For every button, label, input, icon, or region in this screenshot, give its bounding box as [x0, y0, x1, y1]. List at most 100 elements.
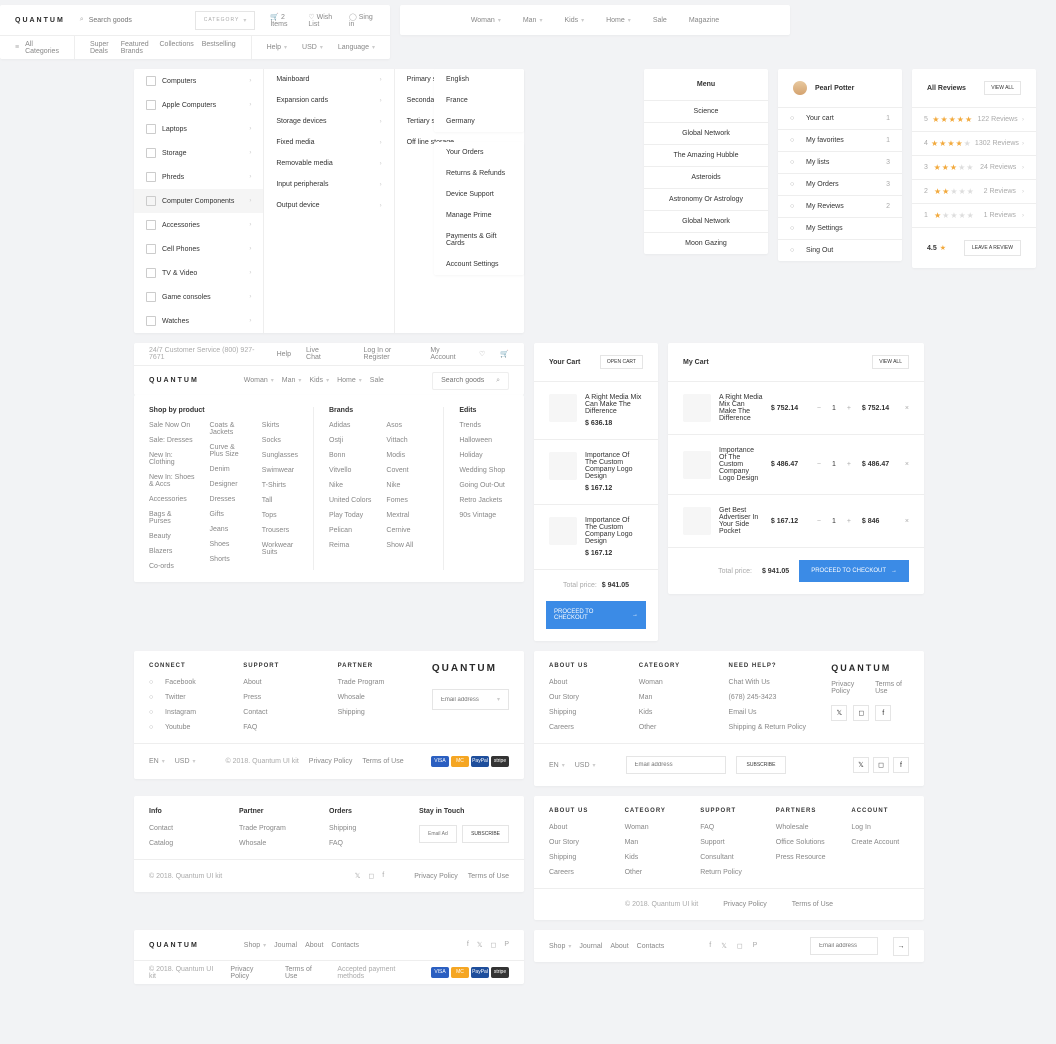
language-dropdown[interactable]: Language▾ [338, 44, 375, 51]
facebook-icon[interactable]: f [875, 705, 891, 721]
topic-item[interactable]: The Amazing Hubble [644, 144, 768, 166]
nav-item[interactable]: Whosale [338, 694, 402, 701]
nav-item[interactable]: About [243, 679, 307, 686]
nav-item[interactable]: Shipping [549, 709, 614, 716]
country-item[interactable]: English [434, 69, 524, 90]
nav-item[interactable]: Vitvello [329, 467, 371, 474]
mega-item[interactable]: Accessories› [134, 213, 263, 237]
nav-item[interactable]: Office Solutions [776, 839, 834, 846]
lang-dropdown[interactable]: EN▾ [149, 758, 165, 765]
facebook-icon[interactable]: f [382, 872, 384, 880]
nav-item[interactable]: Ostji [329, 437, 371, 444]
user-menu-item[interactable]: ○My Reviews2 [778, 195, 902, 217]
nav-item[interactable]: Workwear Suits [262, 542, 298, 556]
search-input[interactable] [89, 17, 180, 24]
currency-dropdown[interactable]: USD▾ [175, 758, 196, 765]
mega-item[interactable]: Storage› [134, 141, 263, 165]
help-link[interactable]: Help▾ [267, 44, 287, 51]
user-menu-item[interactable]: ○My Orders3 [778, 173, 902, 195]
nav-item[interactable]: Support [700, 839, 758, 846]
privacy-link[interactable]: Privacy Policy [723, 901, 767, 908]
wishlist-link[interactable]: ♡ Wish List [308, 13, 339, 28]
nav-item[interactable]: Jeans [210, 526, 247, 533]
nav-item[interactable]: Contacts [331, 942, 359, 949]
email-input[interactable] [819, 943, 869, 949]
facebook-icon[interactable]: f [467, 941, 469, 949]
qty-plus[interactable]: + [844, 518, 854, 525]
nav-item[interactable]: Pelican [329, 527, 371, 534]
mega-item[interactable]: Output device› [264, 195, 393, 216]
privacy-link[interactable]: Privacy Policy [414, 873, 458, 880]
country-item[interactable]: Germany [434, 111, 524, 132]
terms-link[interactable]: Terms of Use [285, 966, 322, 980]
email-input[interactable] [428, 831, 448, 837]
help-link[interactable]: Help [277, 351, 291, 358]
topic-item[interactable]: Astronomy Or Astrology [644, 188, 768, 210]
instagram-icon[interactable]: ◻ [491, 941, 497, 949]
nav-item[interactable]: Nike [386, 482, 413, 489]
email-input[interactable] [441, 697, 491, 703]
nav-item[interactable]: Bags & Purses [149, 511, 195, 525]
email-input[interactable] [635, 762, 717, 768]
nav-item[interactable]: Blazers [149, 548, 195, 555]
heart-icon[interactable]: ♡ [479, 350, 485, 358]
account-item[interactable]: Your Orders [434, 142, 524, 163]
view-all-button[interactable]: VIEW ALL [872, 355, 909, 369]
nav-item[interactable]: Journal [579, 943, 602, 950]
nav-item[interactable]: Careers [549, 869, 607, 876]
nav-item[interactable]: Nike [329, 482, 371, 489]
nav-item[interactable]: Beauty [149, 533, 195, 540]
mega-item[interactable]: Fixed media› [264, 132, 393, 153]
facebook-icon[interactable]: f [709, 942, 711, 950]
social-link[interactable]: ○Instagram [149, 709, 213, 716]
nav-item[interactable]: Co-ords [149, 563, 195, 570]
remove-icon[interactable]: × [905, 405, 909, 412]
nav-item[interactable]: Shipping & Return Policy [729, 724, 807, 731]
nav-item[interactable]: T-Shirts [262, 482, 298, 489]
nav-item[interactable]: Accessories [149, 496, 195, 503]
nav-item[interactable]: Shipping [338, 709, 402, 716]
nav-item[interactable]: Swimwear [262, 467, 298, 474]
checkout-button[interactable]: PROCEED TO CHECKOUT→ [546, 601, 646, 629]
search-icon[interactable]: ⌕ [496, 377, 500, 385]
nav-item[interactable]: Super Deals [90, 41, 113, 55]
nav-item[interactable]: FAQ [243, 724, 307, 731]
review-row[interactable]: 1★★★★★1 Reviews› [912, 203, 1036, 227]
nav-item[interactable]: Our Story [549, 694, 614, 701]
social-link[interactable]: ○Youtube [149, 724, 213, 731]
lang-dropdown[interactable]: EN▾ [549, 762, 565, 769]
mega-item[interactable]: Laptops› [134, 117, 263, 141]
nav-item[interactable]: Vittach [386, 437, 413, 444]
nav-item[interactable]: Sale Now On [149, 422, 195, 429]
chat-link[interactable]: Live Chat [306, 347, 334, 361]
nav-item[interactable]: Halloween [459, 437, 509, 444]
user-menu-item[interactable]: ○My Settings [778, 217, 902, 239]
nav-item[interactable]: Bonn [329, 452, 371, 459]
signin-link[interactable]: ◯ Sing in [349, 13, 375, 28]
qty-plus[interactable]: + [844, 405, 854, 412]
nav-item[interactable]: Holiday [459, 452, 509, 459]
leave-review-button[interactable]: LEAVE A REVIEW [964, 240, 1021, 256]
user-menu-item[interactable]: ○Sing Out [778, 239, 902, 261]
topic-item[interactable]: Asteroids [644, 166, 768, 188]
topic-item[interactable]: Science [644, 100, 768, 122]
nav-item[interactable]: Featured Brands [121, 41, 152, 55]
nav-item[interactable]: Shipping [329, 825, 389, 832]
account-item[interactable]: Payments & Gift Cards [434, 226, 524, 254]
nav-item[interactable]: (678) 245-3423 [729, 694, 807, 701]
pinterest-icon[interactable]: P [753, 942, 758, 950]
mega-item[interactable]: Mainboard› [264, 69, 393, 90]
twitter-icon[interactable]: 𝕏 [831, 705, 847, 721]
nav-item[interactable]: Kids [639, 709, 704, 716]
account-item[interactable]: Returns & Refunds [434, 163, 524, 184]
mega-item[interactable]: Apple Computers› [134, 93, 263, 117]
mega-item[interactable]: Computers› [134, 69, 263, 93]
nav-item[interactable]: Designer [210, 481, 247, 488]
nav-item[interactable]: Whosale [239, 840, 299, 847]
qty-minus[interactable]: − [814, 405, 824, 412]
nav-item[interactable]: Kids ▾ [309, 377, 329, 384]
nav-item[interactable]: Retro Jackets [459, 497, 509, 504]
facebook-icon[interactable]: f [893, 757, 909, 773]
social-link[interactable]: ○Twitter [149, 694, 213, 701]
search-input[interactable] [441, 377, 491, 384]
